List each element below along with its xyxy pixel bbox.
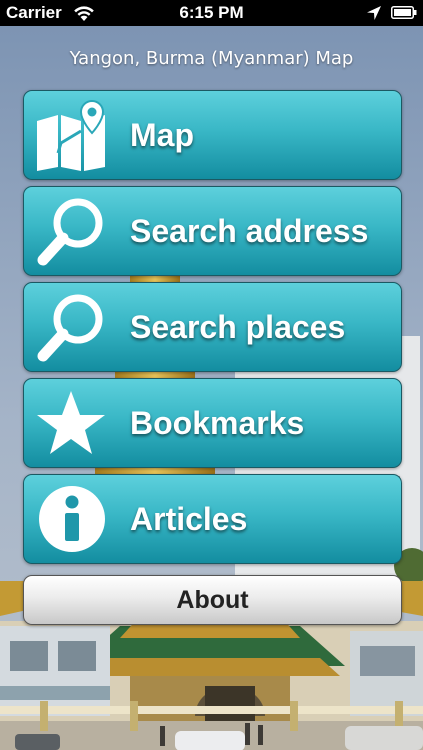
map-button-label: Map: [130, 117, 194, 153]
star-icon: [37, 391, 105, 454]
clock-time: 6:15 PM: [179, 3, 244, 22]
info-icon: [39, 486, 105, 552]
search-address-button[interactable]: Search address: [23, 186, 402, 276]
status-bar: Carrier 6:15 PM: [0, 0, 423, 26]
magnifier-icon: [37, 198, 103, 266]
map-button[interactable]: Map: [23, 90, 402, 180]
articles-button-label: Articles: [130, 501, 248, 537]
magnifier-icon: [37, 294, 103, 362]
search-places-button-label: Search places: [130, 309, 346, 345]
about-button[interactable]: About: [23, 575, 402, 625]
articles-button[interactable]: Articles: [23, 474, 402, 564]
location-arrow-icon: [367, 6, 381, 20]
page-title: Yangon, Burma (Myanmar) Map: [69, 48, 354, 69]
about-button-label: About: [176, 586, 249, 614]
bookmarks-button-label: Bookmarks: [130, 405, 305, 441]
folded-map-icon: [37, 99, 105, 171]
search-address-button-label: Search address: [130, 213, 369, 249]
bookmarks-button[interactable]: Bookmarks: [23, 378, 402, 468]
battery-icon: [391, 6, 417, 19]
search-places-button[interactable]: Search places: [23, 282, 402, 372]
